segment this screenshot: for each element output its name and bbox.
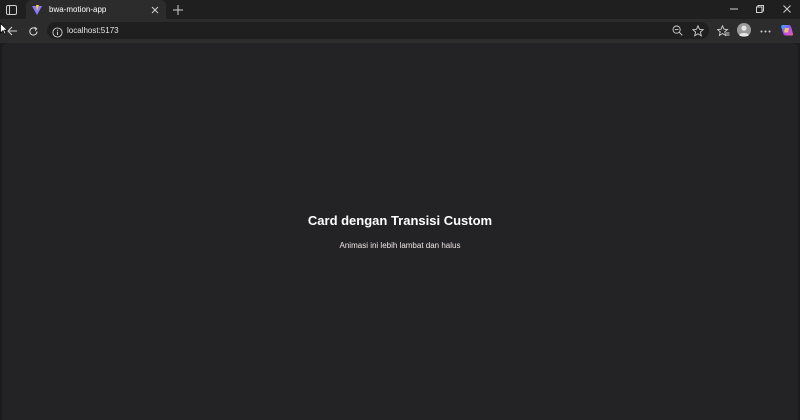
copilot-icon[interactable] <box>780 23 794 37</box>
star-icon[interactable] <box>691 24 704 37</box>
tab-strip: bwa-motion-app <box>0 0 800 19</box>
reload-icon[interactable] <box>26 24 40 38</box>
browser-toolbar: localhost:5173 <box>0 19 800 43</box>
avatar-icon[interactable] <box>737 23 751 37</box>
close-window-icon[interactable] <box>779 2 795 16</box>
tab-bwa-motion-app[interactable]: bwa-motion-app <box>26 0 166 19</box>
zoom-out-icon[interactable] <box>671 24 684 37</box>
card-subtitle: Animasi ini lebih lambat dan halus <box>339 241 461 250</box>
tab-actions-icon[interactable] <box>4 3 18 16</box>
restore-icon[interactable] <box>752 2 768 16</box>
minimize-icon[interactable] <box>726 2 742 16</box>
page-viewport: Card dengan Transisi Custom Animasi ini … <box>2 43 798 420</box>
vite-favicon-icon <box>32 4 42 15</box>
info-icon[interactable] <box>52 25 63 38</box>
mouse-cursor-icon <box>0 22 9 35</box>
tab-title: bwa-motion-app <box>49 5 107 14</box>
url-text[interactable]: localhost:5173 <box>67 25 119 36</box>
card-title: Card dengan Transisi Custom <box>307 213 493 228</box>
address-bar[interactable]: localhost:5173 <box>47 22 709 39</box>
more-icon[interactable] <box>758 24 772 38</box>
favorites-icon[interactable] <box>716 24 730 38</box>
new-tab-icon[interactable] <box>171 3 184 16</box>
close-tab-icon[interactable] <box>148 3 162 17</box>
